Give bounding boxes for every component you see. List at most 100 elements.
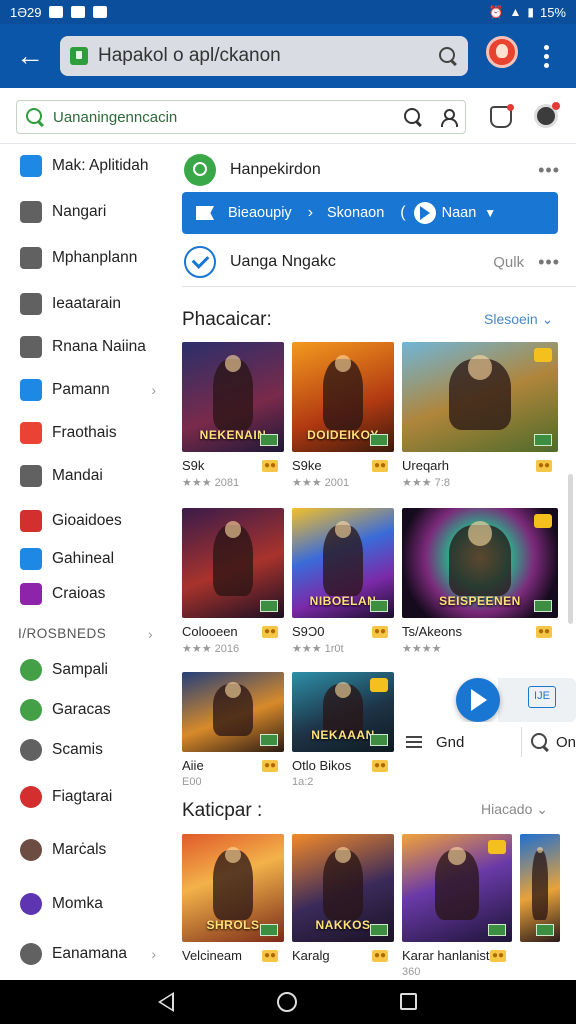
game-card[interactable]: Colooeen ●● ★★★ 2016: [182, 508, 284, 662]
game-title[interactable]: Ts/Akeons: [402, 624, 462, 639]
sidebar: Mak: Aplitidah Nangari Mphanplann Ieaatarai…: [0, 144, 168, 980]
sidebar-item-label: Marċals: [52, 841, 107, 858]
game-thumbnail[interactable]: [182, 508, 284, 618]
sidebar-item[interactable]: Ieaatarain: [0, 286, 168, 322]
rating-tag-icon: [488, 924, 506, 936]
sidebar-item[interactable]: Pamann ›: [0, 372, 168, 408]
rating-tag-icon: [370, 600, 388, 612]
game-thumbnail[interactable]: NEKENAIN: [182, 342, 284, 452]
sidebar-item[interactable]: Nangari: [0, 194, 168, 230]
more-options-icon[interactable]: •••: [538, 160, 560, 181]
game-title[interactable]: Karalg: [292, 948, 330, 963]
game-card[interactable]: [520, 834, 560, 980]
search-icon[interactable]: [438, 46, 458, 66]
chevron-right-icon[interactable]: ›: [148, 626, 153, 642]
game-title[interactable]: S9k: [182, 458, 204, 473]
sidebar-item[interactable]: Scamis: [0, 732, 168, 768]
search-input[interactable]: Uananingenncacin: [16, 100, 466, 134]
list-icon: [20, 201, 42, 223]
url-bar[interactable]: Hapakol o apl/ckanon: [60, 36, 468, 76]
game-card[interactable]: NIBOELAN S9Ͻ0 ●● ★★★ 1r0t: [292, 508, 394, 662]
price-badge-icon: ●●: [262, 950, 279, 962]
sidebar-item[interactable]: Gahineal: [0, 541, 168, 577]
list-row-secondary[interactable]: Uanga Nngakc Qulk •••: [184, 242, 560, 282]
game-thumbnail[interactable]: DOIDEIKOY: [292, 342, 394, 452]
avatar[interactable]: [486, 36, 518, 68]
search-icon[interactable]: [530, 732, 550, 752]
category-bar-seg3[interactable]: Naan: [442, 205, 477, 221]
nav-home-icon[interactable]: [277, 992, 297, 1012]
character-head-art: [448, 846, 466, 865]
profile-icon[interactable]: [534, 102, 560, 128]
game-card[interactable]: NAKKOS Karalg ●●: [292, 834, 394, 980]
game-thumbnail[interactable]: NAKKOS: [292, 834, 394, 942]
sidebar-item[interactable]: Mak: Aplitidah: [0, 148, 168, 184]
list-row-primary[interactable]: Hanpekirdon •••: [184, 150, 560, 190]
game-title[interactable]: S9Ͻ0: [292, 624, 325, 639]
cast-icon[interactable]: IJE: [528, 686, 556, 708]
character-head-art: [334, 681, 352, 698]
game-card[interactable]: DOIDEIKOY S9ke ●● ★★★ 2001: [292, 342, 394, 496]
gallery-notification-icon: [49, 6, 64, 18]
game-title[interactable]: Karar hanlaniste: [402, 948, 497, 963]
secure-lock-icon: [70, 47, 88, 65]
sidebar-item[interactable]: Craioas: [0, 576, 168, 612]
game-thumbnail[interactable]: [182, 672, 284, 752]
notification-bell-icon[interactable]: [490, 104, 514, 128]
game-card[interactable]: Ureqarh ●● ★★★ 7:8: [402, 342, 558, 496]
sidebar-item[interactable]: Fiagtarai: [0, 779, 168, 815]
game-card[interactable]: Karar hanlaniste ●● 360: [402, 834, 512, 980]
game-title[interactable]: S9ke: [292, 458, 322, 473]
play-fab-button[interactable]: [456, 678, 500, 722]
category-bar-seg2[interactable]: Skonaon: [327, 205, 384, 221]
game-thumbnail[interactable]: NIBOELAN: [292, 508, 394, 618]
sidebar-item[interactable]: Sampali: [0, 652, 168, 688]
game-thumbnail[interactable]: [520, 834, 560, 942]
game-thumbnail[interactable]: SEISPEENEN: [402, 508, 558, 618]
game-card[interactable]: NEKENAIN S9k ●● ★★★ 2081: [182, 342, 284, 496]
sidebar-item[interactable]: Marċals: [0, 832, 168, 868]
game-title[interactable]: Otlo Bikos: [292, 758, 351, 773]
sidebar-item[interactable]: Gioaidoes: [0, 503, 168, 539]
game-title[interactable]: Aiie: [182, 758, 204, 773]
back-arrow-icon[interactable]: ←: [0, 24, 60, 88]
category-bar-seg1[interactable]: Bieaoupiy: [228, 205, 292, 221]
game-thumbnail[interactable]: [402, 342, 558, 452]
sidebar-item[interactable]: Garacas: [0, 692, 168, 728]
filter-bar[interactable]: Gnd On: [400, 722, 576, 762]
sidebar-item[interactable]: Mphanplann: [0, 240, 168, 276]
game-thumbnail[interactable]: SHROLS: [182, 834, 284, 942]
character-head-art: [224, 681, 242, 698]
storefront-icon: [20, 293, 42, 315]
game-thumbnail[interactable]: [402, 834, 512, 942]
section-see-more-link[interactable]: Hiacado ⌄: [481, 801, 548, 818]
overflow-menu-icon[interactable]: [534, 40, 558, 72]
sidebar-item[interactable]: Momka: [0, 886, 168, 922]
sidebar-item-label: Mandai: [52, 467, 103, 484]
sidebar-item[interactable]: Rnana Naiina: [0, 329, 168, 365]
game-card[interactable]: Aiie ●● E00: [182, 672, 284, 796]
game-card[interactable]: NEKAAAN Otlo Bikos ●● 1a:2: [292, 672, 394, 796]
category-bar[interactable]: Bieaoupiy › Skonaon ( Naan ▼: [182, 192, 558, 234]
account-icon[interactable]: [439, 108, 458, 127]
game-title[interactable]: Ureqarh: [402, 458, 449, 473]
sidebar-item[interactable]: Mandai: [0, 458, 168, 494]
nav-recents-icon[interactable]: [400, 993, 417, 1010]
game-card[interactable]: SEISPEENEN Ts/Akeons ●● ★★★★: [402, 508, 558, 662]
filter-list-icon[interactable]: [406, 736, 422, 748]
search-submit-icon[interactable]: [403, 107, 423, 127]
sidebar-item[interactable]: Fraothais: [0, 415, 168, 451]
filter-label: Gnd: [436, 733, 465, 751]
game-thumbnail[interactable]: NEKAAAN: [292, 672, 394, 752]
scrollbar[interactable]: [568, 474, 573, 624]
game-title[interactable]: Colooeen: [182, 624, 238, 639]
nav-back-icon[interactable]: [158, 992, 174, 1012]
sidebar-item[interactable]: Eanamana ›: [0, 936, 168, 972]
more-options-icon[interactable]: •••: [538, 252, 560, 273]
floating-panel[interactable]: IJE: [498, 678, 576, 722]
chevron-down-icon[interactable]: ▼: [484, 206, 496, 220]
sidebar-item-label: Fiagtarai: [52, 788, 113, 805]
section-see-more-link[interactable]: Slesoein ⌄: [484, 311, 553, 328]
game-title[interactable]: Velcineam: [182, 948, 242, 963]
game-card[interactable]: SHROLS Velcineam ●●: [182, 834, 284, 980]
